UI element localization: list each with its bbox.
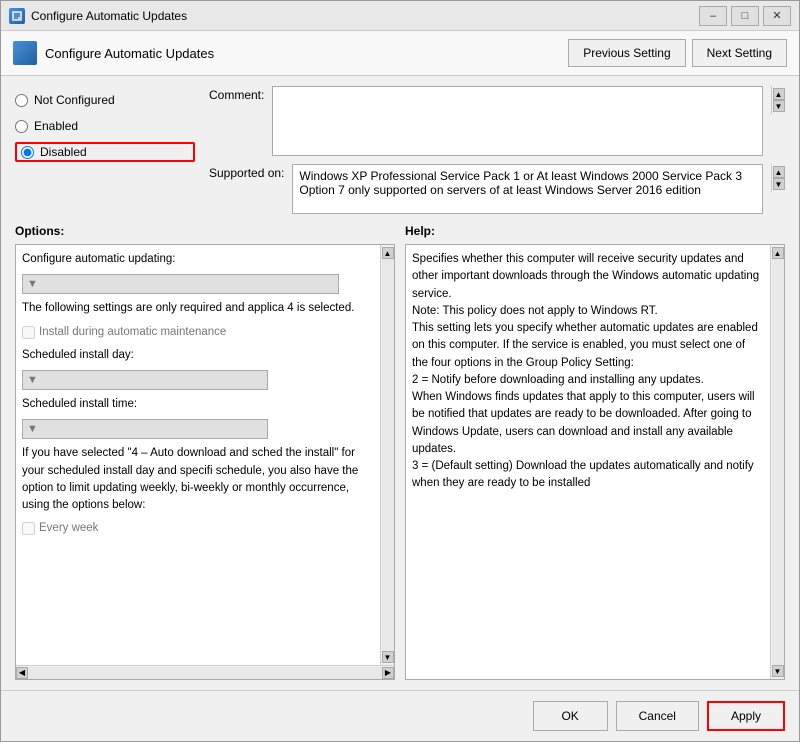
help-para5: When Windows finds updates that apply to… [412,389,764,458]
supported-text-line2: Option 7 only supported on servers of at… [299,183,756,197]
help-header: Help: [405,224,785,238]
minimize-button[interactable]: – [699,6,727,26]
section-headers: Options: Help: [15,224,785,244]
scroll-up-arrow[interactable]: ▲ [773,88,785,100]
options-scroll-up[interactable]: ▲ [382,247,394,259]
supported-scrollbar[interactable]: ▲ ▼ [771,164,785,192]
options-header: Options: [15,224,395,238]
every-week-row: Every week [22,520,374,537]
options-pane: Configure automatic updating: ▼ The foll… [15,244,395,680]
options-scroll-track [382,259,394,651]
top-section: Not Configured Enabled Disabled Comment: [15,86,785,214]
options-header-container: Options: [15,224,395,244]
scheduled-day-label: Scheduled install day: [22,347,374,364]
scheduled-time-label: Scheduled install time: [22,396,374,413]
scheduled-day-dropdown[interactable]: ▼ [22,370,268,390]
window-icon [9,8,25,24]
apply-button[interactable]: Apply [707,701,785,731]
options-horiz-track [28,667,382,679]
help-scroll-track [772,259,784,665]
help-scroll-down[interactable]: ▼ [772,665,784,677]
help-content: Specifies whether this computer will rec… [406,245,770,679]
title-controls: – □ ✕ [699,6,791,26]
supported-text-line1: Windows XP Professional Service Pack 1 o… [299,169,756,183]
cancel-button[interactable]: Cancel [616,701,699,731]
every-week-checkbox[interactable] [22,522,35,535]
ok-button[interactable]: OK [533,701,608,731]
configure-dropdown[interactable]: ▼ [22,274,339,294]
options-scroll-down[interactable]: ▼ [382,651,394,663]
policy-icon [13,41,37,65]
help-header-container: Help: [405,224,785,244]
options-content: Configure automatic updating: ▼ The foll… [16,245,380,665]
options-help-area: Configure automatic updating: ▼ The foll… [15,244,785,680]
window-title: Configure Automatic Updates [31,9,187,23]
right-panel: Comment: ▲ ▼ Supported on: Windows XP Pr… [209,86,785,214]
options-description1: The following settings are only required… [22,300,374,317]
options-scroll-left[interactable]: ◀ [16,667,28,679]
not-configured-radio[interactable] [15,94,28,107]
supported-textbox: Windows XP Professional Service Pack 1 o… [292,164,763,214]
scheduled-time-dropdown[interactable]: ▼ [22,419,268,439]
bottom-bar: OK Cancel Apply [1,690,799,741]
options-description2: If you have selected "4 – Auto download … [22,445,374,514]
title-bar: Configure Automatic Updates – □ ✕ [1,1,799,31]
maintenance-label[interactable]: Install during automatic maintenance [39,324,226,341]
disabled-row: Disabled [15,142,195,162]
scroll-down-arrow[interactable]: ▼ [773,100,785,112]
enabled-label[interactable]: Enabled [34,119,78,133]
help-pane: Specifies whether this computer will rec… [405,244,785,680]
maintenance-checkbox[interactable] [22,326,35,339]
supported-section: Supported on: Windows XP Professional Se… [209,164,785,214]
disabled-label[interactable]: Disabled [40,145,87,159]
options-horiz-scrollbar[interactable]: ◀ ▶ [16,665,394,679]
help-para4: 2 = Notify before downloading and instal… [412,372,764,389]
toolbar: Configure Automatic Updates Previous Set… [1,31,799,76]
help-scrollbar[interactable]: ▲ ▼ [770,245,784,679]
not-configured-row: Not Configured [15,90,195,110]
radio-panel: Not Configured Enabled Disabled [15,86,195,214]
enabled-radio[interactable] [15,120,28,133]
options-scroll-right[interactable]: ▶ [382,667,394,679]
help-para1: Specifies whether this computer will rec… [412,251,764,303]
help-para3: This setting lets you specify whether au… [412,320,764,372]
comment-textarea[interactable] [272,86,763,156]
help-para6: 3 = (Default setting) Download the updat… [412,458,764,493]
toolbar-buttons: Previous Setting Next Setting [568,39,787,67]
every-week-label[interactable]: Every week [39,520,98,537]
supported-scroll-down[interactable]: ▼ [773,178,785,190]
help-scroll-up[interactable]: ▲ [772,247,784,259]
comment-section: Comment: ▲ ▼ [209,86,785,156]
disabled-radio[interactable] [21,146,34,159]
enabled-row: Enabled [15,116,195,136]
not-configured-label[interactable]: Not Configured [34,93,115,107]
close-button[interactable]: ✕ [763,6,791,26]
maintenance-checkbox-row: Install during automatic maintenance [22,324,374,341]
maximize-button[interactable]: □ [731,6,759,26]
scheduled-day-row: Scheduled install day: ▼ [22,347,374,390]
supported-label: Supported on: [209,164,284,180]
help-para2: Note: This policy does not apply to Wind… [412,303,764,320]
next-setting-button[interactable]: Next Setting [692,39,787,67]
supported-scroll-up[interactable]: ▲ [773,166,785,178]
options-scrollbar[interactable]: ▲ ▼ [380,245,394,665]
comment-label: Comment: [209,86,264,102]
toolbar-title: Configure Automatic Updates [45,46,560,61]
configure-label: Configure automatic updating: [22,251,374,268]
content-area: Not Configured Enabled Disabled Comment: [1,76,799,690]
main-window: Configure Automatic Updates – □ ✕ Config… [0,0,800,742]
comment-scrollbar[interactable]: ▲ ▼ [771,86,785,114]
scheduled-time-row: Scheduled install time: ▼ [22,396,374,439]
prev-setting-button[interactable]: Previous Setting [568,39,685,67]
title-bar-left: Configure Automatic Updates [9,8,187,24]
